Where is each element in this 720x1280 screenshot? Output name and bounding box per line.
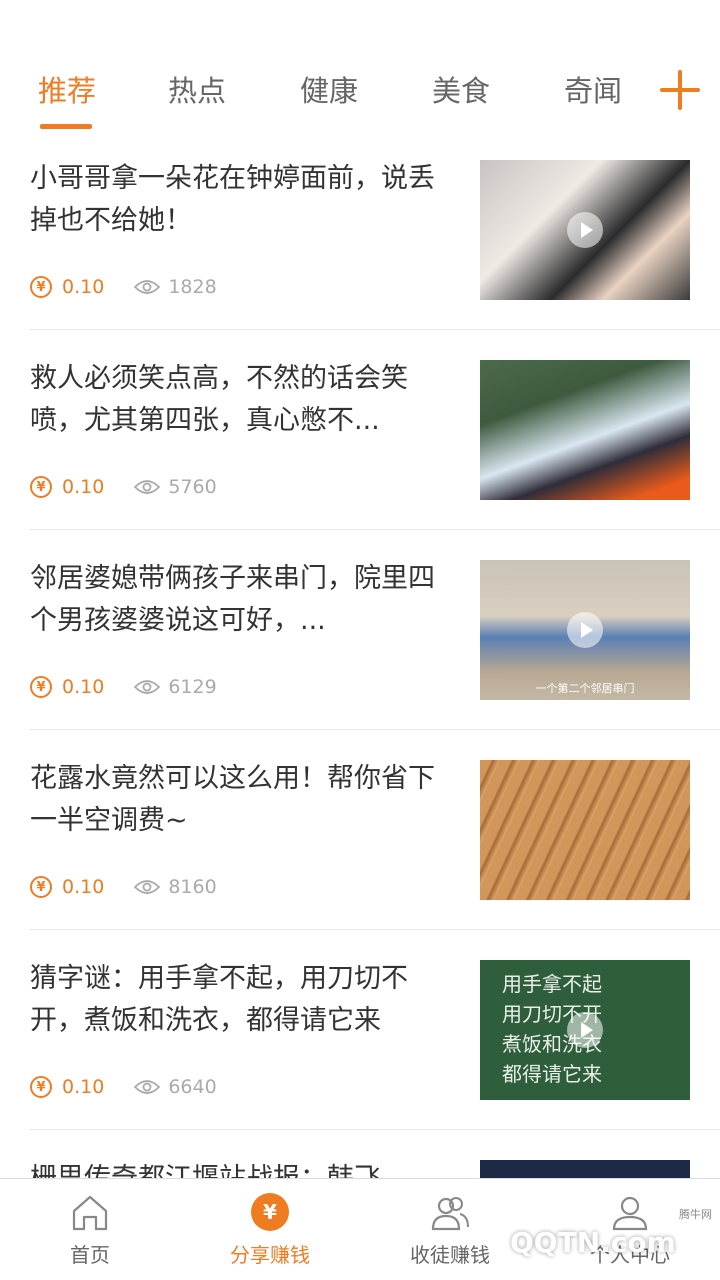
- users-icon: [431, 1197, 469, 1231]
- eye-icon: [134, 480, 161, 494]
- tab-oddities[interactable]: 奇闻: [564, 68, 622, 110]
- eye-icon: [134, 280, 161, 294]
- article-title: 邻居婆媳带俩孩子来串门，院里四个男孩婆婆说这可好，...: [30, 563, 435, 636]
- nav-share-earn[interactable]: ¥ 分享赚钱: [180, 1179, 360, 1280]
- yuan-icon: ¥: [30, 476, 52, 498]
- article-item[interactable]: 猜字谜：用手拿不起，用刀切不开，煮饭和洗衣，都得请它来 ¥ 0.10 6640 …: [30, 930, 720, 1130]
- article-meta: ¥ 0.10 8160: [30, 872, 217, 902]
- home-icon: [72, 1195, 108, 1231]
- article-title: 花露水竟然可以这么用！帮你省下一半空调费~: [30, 763, 435, 836]
- article-item[interactable]: 栅思传奇都江堰站战报：韩飞: [30, 1130, 720, 1178]
- nav-home[interactable]: 首页: [0, 1179, 180, 1280]
- article-thumbnail: [480, 160, 690, 300]
- play-icon: [567, 612, 603, 648]
- active-tab-indicator: [40, 124, 92, 129]
- article-item[interactable]: 小哥哥拿一朵花在钟婷面前，说丢掉也不给她！ ¥ 0.10 1828: [30, 130, 720, 330]
- article-title: 栅思传奇都江堰站战报：韩飞: [30, 1158, 440, 1178]
- article-title: 小哥哥拿一朵花在钟婷面前，说丢掉也不给她！: [30, 163, 435, 236]
- article-meta: ¥ 0.10 6640: [30, 1072, 217, 1102]
- article-thumbnail: [480, 760, 690, 900]
- chalk-line: 都得请它来: [502, 1062, 602, 1086]
- article-thumbnail: 一个第二个邻居串门: [480, 560, 690, 700]
- plus-icon[interactable]: [656, 66, 704, 114]
- article-item[interactable]: 邻居婆媳带俩孩子来串门，院里四个男孩婆婆说这可好，... ¥ 0.10 6129…: [30, 530, 720, 730]
- reward-amount: 0.10: [62, 876, 105, 898]
- yuan-icon: ¥: [30, 676, 52, 698]
- tab-recommend[interactable]: 推荐: [38, 68, 96, 110]
- reward-amount: 0.10: [62, 276, 105, 298]
- play-icon: [567, 212, 603, 248]
- eye-icon: [134, 1080, 161, 1094]
- article-meta: ¥ 0.10 1828: [30, 272, 217, 302]
- article-item[interactable]: 花露水竟然可以这么用！帮你省下一半空调费~ ¥ 0.10 8160: [30, 730, 720, 930]
- view-count: 6129: [168, 676, 217, 698]
- nav-label: 首页: [70, 1243, 110, 1267]
- article-meta: ¥ 0.10 6129: [30, 672, 217, 702]
- yuan-icon: ¥: [30, 276, 52, 298]
- nav-label: 分享赚钱: [230, 1243, 310, 1267]
- article-item[interactable]: 救人必须笑点高，不然的话会笑喷，尤其第四张，真心憋不... ¥ 0.10 576…: [30, 330, 720, 530]
- article-thumbnail: [480, 1160, 690, 1178]
- article-meta: ¥ 0.10 5760: [30, 472, 217, 502]
- eye-icon: [134, 680, 161, 694]
- view-count: 6640: [168, 1076, 217, 1098]
- yuan-icon: ¥: [30, 1076, 52, 1098]
- tab-hot[interactable]: 热点: [168, 68, 226, 110]
- reward-amount: 0.10: [62, 476, 105, 498]
- tab-health[interactable]: 健康: [300, 68, 358, 110]
- article-thumbnail: [480, 360, 690, 500]
- watermark-text: QQTN.com: [510, 1226, 676, 1259]
- reward-amount: 0.10: [62, 1076, 105, 1098]
- yuan-coin-icon: ¥: [251, 1193, 291, 1233]
- tab-food[interactable]: 美食: [432, 68, 490, 110]
- article-thumbnail: 用手拿不起 用刀切不开 煮饭和洗衣 都得请它来: [480, 960, 690, 1100]
- article-title: 救人必须笑点高，不然的话会笑喷，尤其第四张，真心憋不...: [30, 363, 408, 436]
- category-tabs: 推荐 热点 健康 美食 奇闻: [0, 56, 720, 136]
- video-caption: 一个第二个邻居串门: [535, 682, 635, 695]
- view-count: 8160: [168, 876, 217, 898]
- reward-amount: 0.10: [62, 676, 105, 698]
- watermark-logo: 腾牛网 QQTN.com: [510, 1208, 720, 1280]
- watermark-sub: 腾牛网: [679, 1208, 712, 1221]
- play-icon: [567, 1012, 603, 1048]
- article-feed: 小哥哥拿一朵花在钟婷面前，说丢掉也不给她！ ¥ 0.10 1828 救人必须笑点…: [0, 130, 720, 1178]
- view-count: 1828: [168, 276, 217, 298]
- article-title: 猜字谜：用手拿不起，用刀切不开，煮饭和洗衣，都得请它来: [30, 963, 408, 1036]
- yuan-icon: ¥: [30, 876, 52, 898]
- chalk-line: 用手拿不起: [502, 972, 602, 996]
- view-count: 5760: [168, 476, 217, 498]
- eye-icon: [134, 880, 161, 894]
